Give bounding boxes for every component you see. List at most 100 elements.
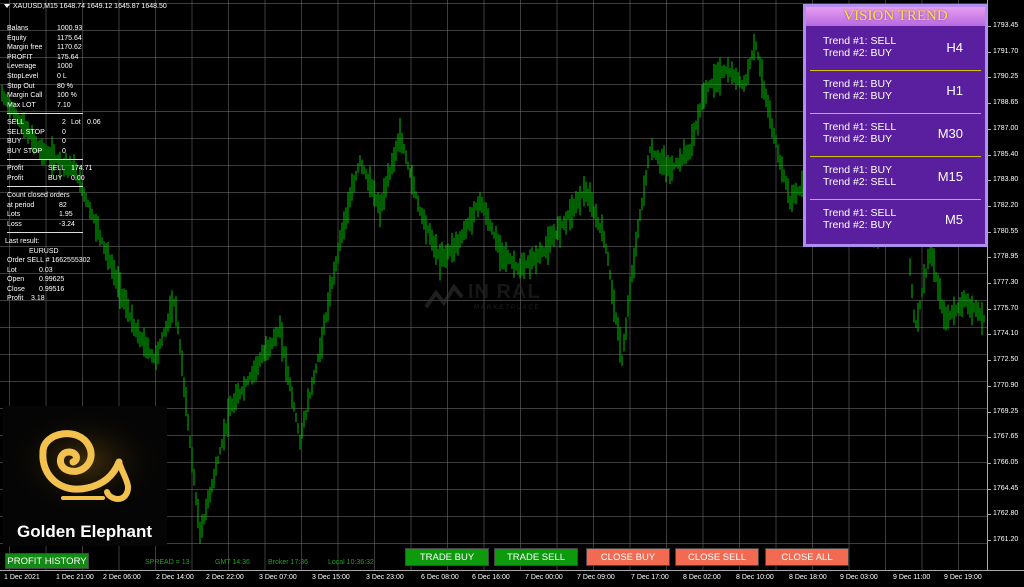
price-label: 1772.50 bbox=[993, 356, 1019, 364]
close-sell-button[interactable]: CLOSE SELL bbox=[675, 548, 759, 566]
price-tick bbox=[988, 540, 991, 541]
price-label: 1761.20 bbox=[993, 536, 1019, 543]
profit-buy-label: BUY bbox=[48, 174, 63, 182]
last-profit-value: 3.18 bbox=[31, 295, 45, 303]
last-result-symbol-row: EURUSD bbox=[7, 247, 83, 257]
trend-1-text: Trend #1: BUY bbox=[823, 164, 893, 176]
close-buy-button[interactable]: CLOSE BUY bbox=[586, 548, 670, 566]
trend-1-text: Trend #1: SELL bbox=[823, 121, 897, 133]
last-result-close-row: Close 0.99516 bbox=[7, 285, 83, 295]
price-tick bbox=[988, 334, 991, 336]
account-row: Margin Call 100 % bbox=[7, 91, 83, 101]
last-result-open-row: Open 0.99625 bbox=[7, 275, 83, 285]
profit-label: Profit bbox=[7, 174, 24, 182]
dropdown-triangle-icon[interactable] bbox=[4, 4, 10, 9]
price-label: 1762.80 bbox=[993, 510, 1019, 518]
price-label: 1775.70 bbox=[993, 304, 1019, 312]
time-label: 8 Dec 18:00 bbox=[789, 574, 827, 581]
timeframe-label: H4 bbox=[946, 40, 963, 55]
time-label: 8 Dec 02:00 bbox=[683, 574, 721, 581]
time-label: 3 Dec 23:00 bbox=[366, 574, 404, 581]
last-result-order-row: Order SELL # 1662555302 bbox=[7, 256, 90, 266]
trend-row-m15: Trend #1: BUY Trend #2: SELL M15 bbox=[810, 157, 981, 200]
divider bbox=[7, 159, 83, 161]
price-tick bbox=[988, 154, 991, 156]
account-row: Balans 1000.93 bbox=[7, 24, 83, 34]
account-value: 100 % bbox=[57, 92, 77, 100]
vision-trend-title: VISION TREND bbox=[806, 7, 985, 26]
price-tick bbox=[988, 51, 991, 53]
price-tick bbox=[988, 205, 991, 207]
sell-stop-value: 0 bbox=[62, 128, 66, 136]
broker-time: Broker 17:36 bbox=[268, 559, 309, 566]
trend-1-text: Trend #1: SELL bbox=[823, 35, 897, 47]
trend-2-text: Trend #2: BUY bbox=[823, 90, 893, 102]
time-label: 7 Dec 17:00 bbox=[631, 574, 669, 581]
sell-label: SELL bbox=[7, 119, 25, 127]
period-value: 82 bbox=[59, 201, 67, 209]
local-time: Local 10:36:32 bbox=[328, 559, 374, 566]
account-key: PROFIT bbox=[7, 53, 33, 61]
last-result-order: Order SELL # 1662555302 bbox=[7, 257, 91, 265]
price-label: 1774.10 bbox=[993, 330, 1019, 338]
close-label: Close bbox=[7, 285, 25, 293]
buy-value: 0 bbox=[62, 138, 66, 146]
price-axis: 1793.45 1791.70 1790.25 1788.65 1787.00 1785.… bbox=[987, 0, 1024, 570]
profit-history-button[interactable]: PROFIT HISTORY bbox=[5, 553, 89, 569]
sell-count: 2 bbox=[62, 119, 66, 127]
price-tick bbox=[988, 462, 991, 464]
time-label: 1 Dec 21:00 bbox=[56, 574, 94, 581]
closed-lots-row: Lots 1.95 bbox=[7, 210, 83, 220]
trend-row-m5: Trend #1: SELL Trend #2: BUY M5 bbox=[810, 200, 981, 243]
account-key: Balans bbox=[7, 25, 29, 32]
last-result-symbol: EURUSD bbox=[29, 247, 59, 255]
account-value: 1170.62 bbox=[57, 44, 82, 52]
last-result-label: Last result: bbox=[5, 238, 40, 246]
divider bbox=[7, 232, 83, 234]
price-label: 1785.40 bbox=[993, 150, 1019, 158]
sell-lot: 0.06 bbox=[87, 119, 101, 127]
golden-elephant-logo-icon bbox=[3, 406, 167, 518]
profit-sell-label: SELL bbox=[48, 165, 66, 173]
account-key: StopLevel bbox=[7, 72, 39, 80]
price-tick bbox=[988, 360, 991, 362]
trade-sell-button[interactable]: TRADE SELL bbox=[494, 548, 578, 566]
account-key: Equity bbox=[7, 34, 27, 42]
time-label: 9 Dec 19:00 bbox=[944, 574, 982, 581]
timeframe-label: M5 bbox=[944, 212, 963, 227]
price-label: 1780.55 bbox=[993, 227, 1019, 235]
buy-label: BUY bbox=[7, 138, 22, 146]
price-tick bbox=[988, 308, 991, 310]
trend-2-text: Trend #2: BUY bbox=[823, 47, 893, 59]
time-label: 9 Dec 11:00 bbox=[893, 574, 931, 581]
account-value: 80 % bbox=[57, 82, 73, 90]
account-value: 1175.64 bbox=[57, 34, 82, 42]
price-tick bbox=[988, 231, 991, 233]
divider bbox=[7, 113, 83, 115]
price-chart[interactable]: XAUUSD,M15 1648.74 1649.12 1645.87 1648.… bbox=[0, 0, 987, 570]
time-label: 2 Dec 06:00 bbox=[103, 574, 141, 581]
price-label: 1790.25 bbox=[993, 73, 1019, 81]
price-tick bbox=[988, 103, 991, 105]
closed-loss-row: Loss -3.24 bbox=[7, 220, 83, 230]
profit-buy-value: 0.00 bbox=[71, 174, 85, 182]
time-label: 7 Dec 09:00 bbox=[577, 574, 615, 581]
price-tick bbox=[988, 180, 991, 182]
account-row: Equity 1175.64 bbox=[7, 34, 83, 44]
profit-buy-row: Profit BUY 0.00 bbox=[7, 174, 85, 184]
symbol-header: XAUUSD,M15 1648.74 1649.12 1645.87 1648.… bbox=[4, 3, 167, 10]
account-value: 1000 bbox=[57, 63, 73, 71]
last-profit-label: Profit bbox=[7, 295, 24, 303]
account-value: 175.64 bbox=[57, 53, 79, 61]
divider bbox=[7, 186, 83, 188]
account-value: 7.10 bbox=[57, 101, 71, 109]
trend-row-h1: Trend #1: BUY Trend #2: BUY H1 bbox=[810, 71, 981, 114]
trade-buy-button[interactable]: TRADE BUY bbox=[405, 548, 489, 566]
price-label: 1778.95 bbox=[993, 253, 1019, 261]
lots-value: 1.95 bbox=[59, 211, 73, 219]
close-all-button[interactable]: CLOSE ALL bbox=[765, 548, 849, 566]
account-row: Leverage 1000 bbox=[7, 62, 83, 72]
price-tick bbox=[988, 26, 991, 27]
trend-row-h4: Trend #1: SELL Trend #2: BUY H4 bbox=[810, 28, 981, 71]
account-key: Stop Out bbox=[7, 82, 35, 90]
